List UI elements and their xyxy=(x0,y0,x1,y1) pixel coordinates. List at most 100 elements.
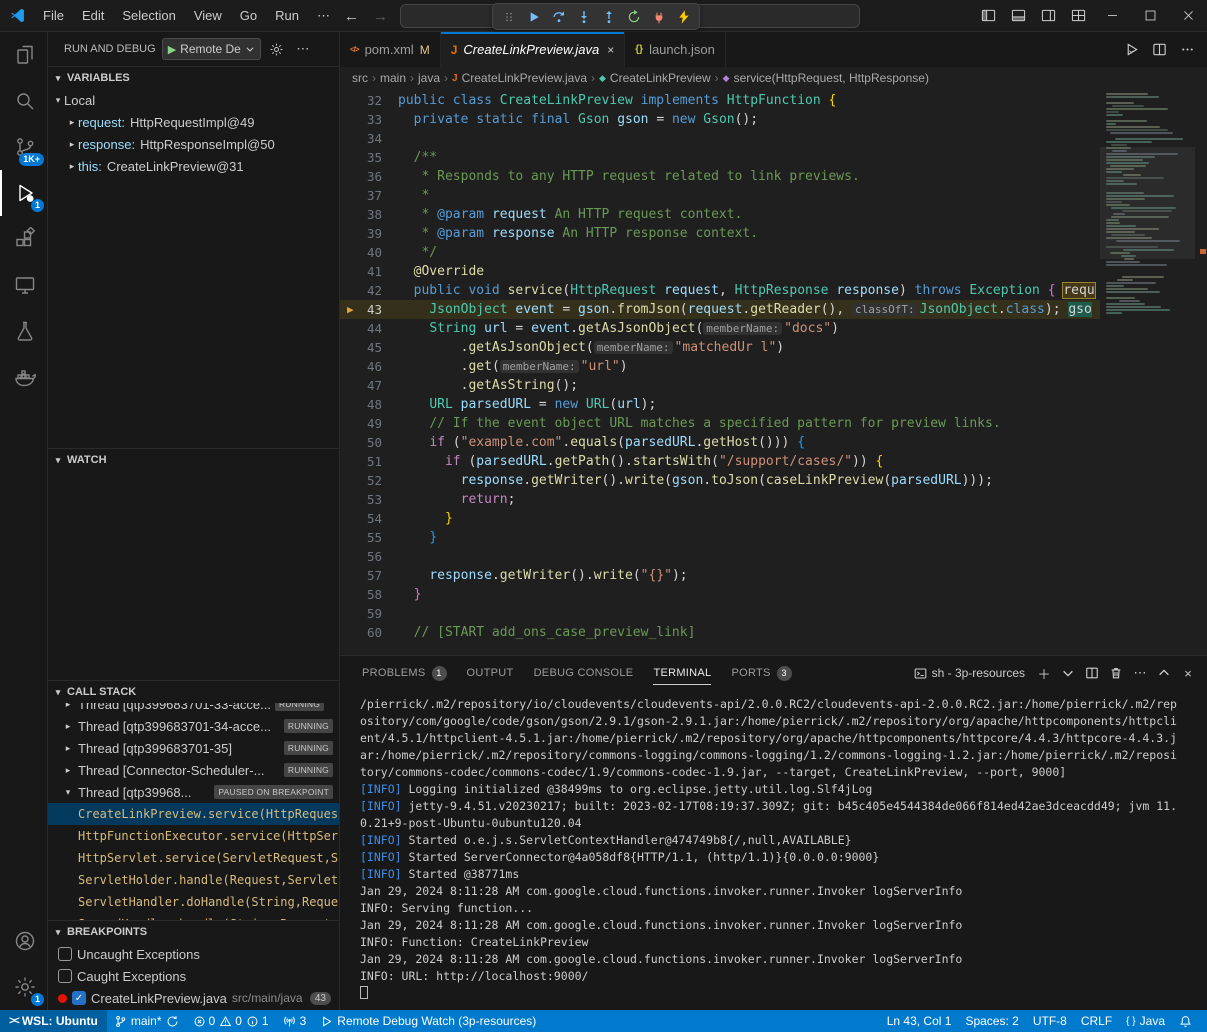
variable-row-request[interactable]: ▸ request: HttpRequestImpl@49 xyxy=(48,111,339,133)
minimap[interactable] xyxy=(1100,89,1195,655)
maximize-button[interactable] xyxy=(1131,0,1169,31)
checkbox-checked[interactable]: ✓ xyxy=(72,991,86,1005)
gutter-line-42[interactable]: 42 xyxy=(340,281,398,300)
overview-ruler[interactable] xyxy=(1195,89,1207,655)
menu-run[interactable]: Run xyxy=(266,4,308,28)
code-line-41[interactable]: 41 @Override xyxy=(340,262,1100,281)
gutter-line-49[interactable]: 49 xyxy=(340,414,398,433)
code-line-43[interactable]: ▶43 JsonObject event = gson.fromJson(req… xyxy=(340,300,1100,319)
breadcrumb-item-1[interactable]: main xyxy=(380,71,406,85)
sync-icon[interactable] xyxy=(166,1015,179,1028)
code-line-45[interactable]: 45 .getAsJsonObject(memberName:"matchedU… xyxy=(340,338,1100,357)
encoding-setting[interactable]: UTF-8 xyxy=(1026,1010,1074,1032)
disconnect-icon[interactable] xyxy=(646,5,671,28)
remote-indicator[interactable]: >< WSL: Ubuntu xyxy=(0,1010,107,1032)
stack-frame-3[interactable]: ServletHolder.handle(Request,Servlet xyxy=(48,869,339,891)
gutter-line-57[interactable]: 57 xyxy=(340,566,398,585)
call-stack-thread-2[interactable]: ▸Thread [qtp399683701-35]RUNNING xyxy=(48,737,339,759)
go-forward-icon[interactable]: → xyxy=(373,8,388,25)
stack-frame-1[interactable]: HttpFunctionExecutor.service(HttpSer xyxy=(48,825,339,847)
step-over-icon[interactable] xyxy=(546,5,571,28)
call-stack-thread-0[interactable]: ▸Thread [qtp399683701-33-acce...RUNNING xyxy=(48,703,330,715)
toggle-primary-sidebar-icon[interactable] xyxy=(973,0,1003,31)
stack-frame-4[interactable]: ServletHandler.doHandle(String,Reque xyxy=(48,891,339,913)
step-into-icon[interactable] xyxy=(571,5,596,28)
gutter-line-45[interactable]: 45 xyxy=(340,338,398,357)
branch-status[interactable]: main* xyxy=(107,1010,186,1032)
code-line-32[interactable]: 32public class CreateLinkPreview impleme… xyxy=(340,91,1100,110)
close-icon[interactable]: × xyxy=(607,43,614,57)
gutter-line-36[interactable]: 36 xyxy=(340,167,398,186)
minimap-slider[interactable] xyxy=(1100,147,1195,259)
watch-section-header[interactable]: ▾ WATCH xyxy=(48,449,339,471)
checkbox-unchecked[interactable] xyxy=(58,969,72,983)
tab-launch-json[interactable]: {}launch.json xyxy=(625,32,726,67)
panel-more-actions-icon[interactable]: ⋯ xyxy=(1129,662,1151,684)
menu-selection[interactable]: Selection xyxy=(113,4,184,28)
code-line-36[interactable]: 36 * Responds to any HTTP request relate… xyxy=(340,167,1100,186)
stack-frame-2[interactable]: HttpServlet.service(ServletRequest,S xyxy=(48,847,339,869)
panel-tab-problems[interactable]: PROBLEMS1 xyxy=(352,656,457,690)
language-mode[interactable]: { } Java xyxy=(1119,1010,1172,1032)
variable-row-response[interactable]: ▸ response: HttpResponseImpl@50 xyxy=(48,133,339,155)
breadcrumb-item-0[interactable]: src xyxy=(352,71,368,85)
toggle-panel-icon[interactable] xyxy=(1003,0,1033,31)
variables-section-header[interactable]: ▾ VARIABLES xyxy=(48,67,339,89)
breadcrumb-item-2[interactable]: java xyxy=(418,71,440,85)
code-line-42[interactable]: 42 public void service(HttpRequest reque… xyxy=(340,281,1100,300)
activity-remote-explorer[interactable] xyxy=(0,262,47,308)
activity-run-and-debug[interactable]: 1 xyxy=(0,170,47,216)
variable-row-this[interactable]: ▸ this: CreateLinkPreview@31 xyxy=(48,155,339,177)
views-more-actions-icon[interactable]: ⋯ xyxy=(293,39,313,59)
code-line-49[interactable]: 49 // If the event object URL matches a … xyxy=(340,414,1100,433)
terminal-output[interactable]: /pierrick/.m2/repository/io/cloudevents/… xyxy=(340,690,1207,1010)
call-stack-thread-1[interactable]: ▸Thread [qtp399683701-34-acce...RUNNING xyxy=(48,715,339,737)
code-line-50[interactable]: 50 if ("example.com".equals(parsedURL.ge… xyxy=(340,433,1100,452)
continue-icon[interactable] xyxy=(521,5,546,28)
more-actions-icon[interactable] xyxy=(1175,38,1199,62)
call-stack-section-header[interactable]: ▾ CALL STACK xyxy=(48,681,339,703)
activity-source-control[interactable]: 1K+ xyxy=(0,124,47,170)
code-line-46[interactable]: 46 .get(memberName:"url") xyxy=(340,357,1100,376)
gutter-line-34[interactable]: 34 xyxy=(340,129,398,148)
menu-go[interactable]: Go xyxy=(231,4,266,28)
cursor-position[interactable]: Ln 43, Col 1 xyxy=(880,1010,959,1032)
code-line-38[interactable]: 38 * @param request An HTTP request cont… xyxy=(340,205,1100,224)
gutter-line-38[interactable]: 38 xyxy=(340,205,398,224)
code-editor[interactable]: 32public class CreateLinkPreview impleme… xyxy=(340,89,1207,655)
indentation-setting[interactable]: Spaces: 2 xyxy=(958,1010,1025,1032)
restart-icon[interactable] xyxy=(621,5,646,28)
activity-extensions[interactable] xyxy=(0,216,47,262)
panel-tab-debug-console[interactable]: DEBUG CONSOLE xyxy=(524,656,644,690)
gutter-line-52[interactable]: 52 xyxy=(340,471,398,490)
gutter-line-44[interactable]: 44 xyxy=(340,319,398,338)
code-line-54[interactable]: 54 } xyxy=(340,509,1100,528)
gutter-line-39[interactable]: 39 xyxy=(340,224,398,243)
gutter-line-32[interactable]: 32 xyxy=(340,91,398,110)
gutter-line-59[interactable]: 59 xyxy=(340,604,398,623)
menu-view[interactable]: View xyxy=(185,4,231,28)
go-back-icon[interactable]: ← xyxy=(344,8,359,25)
call-stack-thread-3[interactable]: ▸Thread [Connector-Scheduler-...RUNNING xyxy=(48,759,339,781)
debug-gear-icon[interactable] xyxy=(267,39,287,59)
code-line-52[interactable]: 52 response.getWriter().write(gson.toJso… xyxy=(340,471,1100,490)
minimize-button[interactable] xyxy=(1093,0,1131,31)
tab-createlinkpreview-java[interactable]: JCreateLinkPreview.java× xyxy=(441,32,626,67)
code-line-60[interactable]: 60 // [START add_ons_case_preview_link] xyxy=(340,623,1100,642)
stack-frame-5[interactable]: ScopedHandler.handle(String,Request, xyxy=(48,913,339,920)
gutter-line-56[interactable]: 56 xyxy=(340,547,398,566)
panel-tab-terminal[interactable]: TERMINAL xyxy=(643,656,721,690)
eol-setting[interactable]: CRLF xyxy=(1074,1010,1119,1032)
gutter-line-46[interactable]: 46 xyxy=(340,357,398,376)
start-debugging-icon[interactable]: ▶ xyxy=(168,43,176,56)
breadcrumb-item-4[interactable]: ◆CreateLinkPreview xyxy=(599,71,711,85)
code-line-55[interactable]: 55 } xyxy=(340,528,1100,547)
gutter-line-33[interactable]: 33 xyxy=(340,110,398,129)
code-line-40[interactable]: 40 */ xyxy=(340,243,1100,262)
customize-layout-icon[interactable] xyxy=(1063,0,1093,31)
gutter-line-48[interactable]: 48 xyxy=(340,395,398,414)
code-line-37[interactable]: 37 * xyxy=(340,186,1100,205)
new-terminal-icon[interactable]: ＋ xyxy=(1033,662,1055,684)
code-line-39[interactable]: 39 * @param response An HTTP response co… xyxy=(340,224,1100,243)
activity-settings[interactable]: 1 xyxy=(0,964,47,1010)
